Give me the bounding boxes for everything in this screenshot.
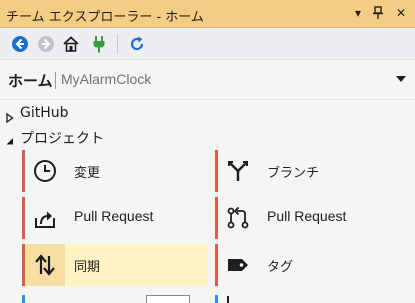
- tile-partial-right[interactable]: [215, 295, 401, 303]
- page-title: ホーム: [8, 72, 53, 90]
- back-icon[interactable]: [11, 35, 29, 53]
- clock-icon: [34, 160, 56, 182]
- header-divider: [55, 72, 56, 89]
- section-github[interactable]: GitHub: [0, 103, 415, 125]
- toolbar-separator: [117, 34, 118, 54]
- branch-icon: [228, 161, 248, 181]
- section-github-label: GitHub: [20, 105, 69, 121]
- tile-pull-request-github[interactable]: Pull Request: [22, 197, 208, 239]
- window-menu-dropdown-icon[interactable]: ▾: [350, 4, 366, 22]
- tile-label: Pull Request: [74, 208, 154, 224]
- tile-label: タグ: [267, 260, 294, 275]
- tile-sync[interactable]: 同期: [22, 244, 208, 286]
- home-icon[interactable]: [62, 35, 80, 53]
- refresh-icon[interactable]: [128, 35, 146, 53]
- expanded-caret-icon[interactable]: [6, 131, 14, 150]
- share-upload-icon: [35, 211, 55, 228]
- tag-icon: [228, 259, 248, 271]
- tile-label: ブランチ: [267, 166, 320, 181]
- tile-partial-left[interactable]: [22, 295, 208, 303]
- pull-request-icon: [227, 206, 249, 229]
- sync-arrows-icon: [35, 254, 55, 276]
- window-titlebar: チーム エクスプローラー - ホーム ▾ ✕: [0, 0, 415, 28]
- tile-label: 変更: [74, 166, 101, 181]
- repository-name: MyAlarmClock: [61, 71, 152, 87]
- page-header: ホーム MyAlarmClock: [0, 60, 415, 100]
- close-icon[interactable]: ✕: [393, 4, 409, 22]
- tile-branches[interactable]: ブランチ: [215, 150, 401, 192]
- connect-plug-icon[interactable]: [90, 35, 108, 53]
- tile-label: 同期: [74, 260, 101, 275]
- tile-changes[interactable]: 変更: [22, 150, 208, 192]
- forward-icon[interactable]: [37, 35, 55, 53]
- tile-pull-request[interactable]: Pull Request: [215, 197, 401, 239]
- pin-icon[interactable]: [370, 4, 386, 22]
- section-project[interactable]: プロジェクト: [0, 126, 415, 148]
- tile-label: Pull Request: [267, 208, 347, 224]
- section-project-label: プロジェクト: [20, 131, 104, 147]
- toolbar: [0, 28, 415, 60]
- collapsed-caret-icon[interactable]: [6, 108, 14, 127]
- window-title: チーム エクスプローラー - ホーム: [6, 10, 204, 25]
- page-dropdown-icon[interactable]: [396, 76, 406, 82]
- tile-tags[interactable]: タグ: [215, 244, 401, 286]
